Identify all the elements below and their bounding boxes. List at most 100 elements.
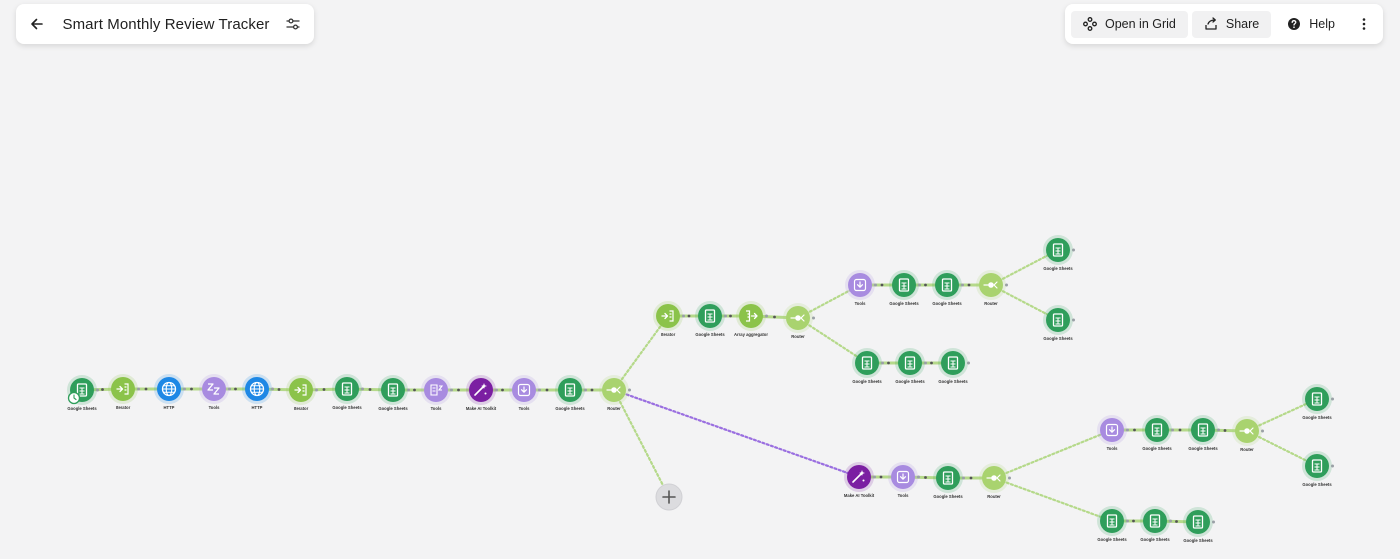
module-label: Make AI Toolkit (466, 406, 497, 411)
connector-dot (924, 476, 927, 479)
google-sheets-module[interactable]: Google Sheets (1302, 451, 1334, 487)
module-label: HTTP (164, 405, 175, 410)
http-module[interactable]: HTTP (242, 374, 274, 410)
google-sheets-module[interactable]: Google Sheets (1188, 415, 1220, 451)
add-module-button[interactable] (655, 483, 683, 511)
module-label: Iterator (294, 406, 309, 411)
module-label: Array aggregator (734, 332, 768, 337)
module-label: Google Sheets (852, 379, 882, 384)
iterator-module[interactable]: Iterator (286, 375, 318, 411)
connector-dot (1223, 429, 1227, 432)
connector-dot (545, 388, 549, 392)
google-sheets-module[interactable]: Google Sheets (1302, 384, 1334, 420)
module-label: Router (1240, 447, 1254, 452)
module-label: Google Sheets (933, 494, 963, 499)
module-label: Router (987, 494, 1001, 499)
google-sheets-module[interactable]: Google Sheets (889, 270, 921, 306)
module-label: Google Sheets (67, 406, 97, 411)
set-variable-module[interactable]: Tools (1097, 415, 1129, 451)
set-variable-module[interactable]: Tools (845, 270, 877, 306)
google-sheets-module[interactable]: Google Sheets (378, 375, 410, 411)
scenario-canvas[interactable]: Google Sheets Iterator HTTP Tools HTTP Iterat… (0, 0, 1400, 559)
google-sheets-module[interactable]: Google Sheets (695, 301, 727, 337)
connector-dot (1175, 520, 1178, 523)
sliders-icon (286, 18, 300, 30)
connector-dot (887, 361, 890, 365)
module-label: Google Sheets (1097, 537, 1127, 542)
text-aggregator-module[interactable]: Tools (421, 375, 453, 411)
connector-dot (501, 388, 504, 392)
module-label: Google Sheets (1183, 538, 1213, 543)
back-button[interactable] (26, 11, 48, 37)
google-sheets-module[interactable]: Google Sheets (1043, 305, 1075, 341)
connector-dot (880, 283, 884, 287)
google-sheets-module[interactable]: Google Sheets (332, 374, 364, 410)
share-button[interactable]: Share (1191, 10, 1272, 38)
scenario-toolbar: Open in Grid Share Help (1065, 4, 1383, 44)
share-icon (1205, 17, 1217, 30)
router-module[interactable]: Router (1232, 416, 1264, 452)
connector-dot (773, 315, 776, 319)
module-label: Google Sheets (938, 379, 968, 384)
open-in-grid-button[interactable]: Open in Grid (1071, 10, 1188, 38)
make-ai-toolkit-module[interactable]: Make AI Toolkit (466, 375, 498, 411)
google-sheets-module[interactable]: Google Sheets (933, 463, 965, 499)
iterator-module[interactable]: Iterator (108, 374, 140, 410)
module-label: Router (984, 301, 998, 306)
make-ai-toolkit-module[interactable]: Make AI Toolkit (844, 462, 876, 498)
set-variable-module[interactable]: Tools (888, 462, 920, 498)
share-label: Share (1225, 17, 1260, 31)
connector-dot (322, 388, 326, 391)
google-sheets-module[interactable]: Google Sheets (1097, 506, 1129, 542)
schedule-clock-icon[interactable] (67, 391, 81, 405)
router-module[interactable]: Router (783, 303, 815, 339)
router-module[interactable]: Router (976, 270, 1008, 306)
scenario-header: Smart Monthly Review Tracker (16, 4, 314, 44)
module-label: Google Sheets (889, 301, 919, 306)
google-sheets-module[interactable]: Google Sheets (555, 375, 587, 411)
module-label: Google Sheets (1043, 336, 1073, 341)
connector-dot (590, 388, 594, 392)
connector-dot (967, 283, 971, 287)
set-variable-module[interactable]: Tools (509, 375, 541, 411)
module-label: Tools (1107, 446, 1119, 451)
module-label: Router (791, 334, 805, 339)
help-button[interactable]: Help (1275, 11, 1347, 38)
arrow-left-icon (31, 18, 44, 30)
more-options-button[interactable] (1351, 11, 1377, 37)
module-label: Google Sheets (1140, 537, 1170, 542)
http-module[interactable]: HTTP (154, 374, 186, 410)
google-sheets-module[interactable]: Google Sheets (1043, 235, 1075, 271)
grid-nodes-icon (1083, 17, 1097, 31)
connection-line[interactable] (992, 428, 1114, 480)
google-sheets-module[interactable]: Google Sheets (1140, 506, 1172, 542)
array-aggregator-module[interactable]: Array aggregator (734, 301, 768, 337)
sleep-module[interactable]: Tools (199, 374, 231, 410)
google-sheets-module[interactable]: Google Sheets (938, 348, 970, 384)
scenario-title[interactable]: Smart Monthly Review Tracker (62, 16, 269, 33)
module-label: Iterator (661, 332, 676, 337)
connector-dot (969, 476, 973, 480)
module-label: Tools (898, 493, 910, 498)
connector-dot (277, 388, 281, 391)
connection-line[interactable] (992, 476, 1114, 523)
connector-dot (1178, 428, 1182, 432)
connector-dot (144, 387, 148, 391)
google-sheets-module[interactable]: Google Sheets (895, 348, 927, 384)
scenario-settings-button[interactable] (282, 11, 304, 37)
google-sheets-module[interactable]: Google Sheets (1142, 415, 1174, 451)
google-sheets-module[interactable]: Google Sheets (1183, 507, 1215, 543)
module-label: Google Sheets (1043, 266, 1073, 271)
help-icon (1288, 18, 1301, 30)
module-label: Google Sheets (1188, 446, 1218, 451)
connector-dot (1133, 428, 1136, 432)
google-sheets-module[interactable]: Google Sheets (852, 348, 884, 384)
module-label: Google Sheets (932, 301, 962, 306)
module-label: Tools (519, 406, 531, 411)
module-label: Iterator (116, 405, 131, 410)
google-sheets-module[interactable]: Google Sheets (932, 270, 964, 306)
router-module[interactable]: Router (599, 375, 631, 411)
router-module[interactable]: Router (979, 463, 1011, 499)
connection-line[interactable] (612, 388, 861, 479)
module-label: Google Sheets (695, 332, 725, 337)
